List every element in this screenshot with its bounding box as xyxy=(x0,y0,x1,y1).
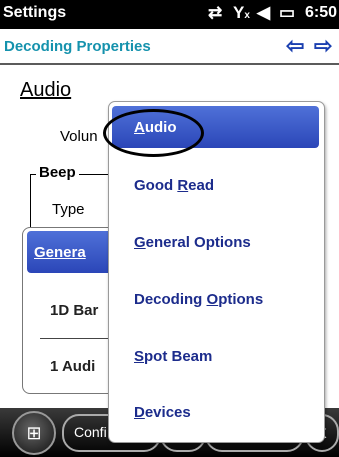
type-label: Type xyxy=(52,201,85,218)
menu-item-good-read[interactable]: Good Read xyxy=(134,177,214,194)
menu-item-decoding-options[interactable]: Decoding Options xyxy=(134,291,263,308)
status-bar: Settings ⇄ Yx ◀︎ ▭ 6:50 xyxy=(0,0,339,29)
menu-item-audio[interactable]: Audio xyxy=(134,119,177,136)
battery-icon[interactable]: ▭ xyxy=(279,3,295,23)
menu-item-devices[interactable]: Devices xyxy=(134,404,191,421)
volume-label: Volun xyxy=(60,128,98,145)
status-title: Settings xyxy=(3,4,67,21)
no-signal-icon[interactable]: Yx xyxy=(233,3,250,23)
windows-start-button[interactable]: ⊞ xyxy=(12,411,56,455)
background-menu-item-audio[interactable]: 1 Audi xyxy=(50,358,95,375)
back-arrow-icon[interactable]: ⇦ xyxy=(286,33,304,59)
background-menu-item-label: Genera xyxy=(34,244,86,261)
popup-menu: Audio Good Read General Options Decoding… xyxy=(103,101,325,443)
beep-label: Beep xyxy=(36,164,79,181)
page-title: Audio xyxy=(20,79,72,101)
page-header: Decoding Properties ⇦ ⇨ xyxy=(0,29,339,65)
confirm-button-label: Confi xyxy=(74,424,107,440)
menu-item-spot-beam[interactable]: Spot Beam xyxy=(134,348,212,365)
menu-item-general-options[interactable]: General Options xyxy=(134,234,251,251)
sync-icon[interactable]: ⇄ xyxy=(208,3,222,23)
forward-arrow-icon[interactable]: ⇨ xyxy=(314,33,332,59)
header-title: Decoding Properties xyxy=(4,38,151,55)
volume-icon[interactable]: ◀︎ xyxy=(257,3,270,23)
background-menu-item-1d-barcodes[interactable]: 1D Bar xyxy=(50,302,98,319)
status-time[interactable]: 6:50 xyxy=(305,4,337,22)
